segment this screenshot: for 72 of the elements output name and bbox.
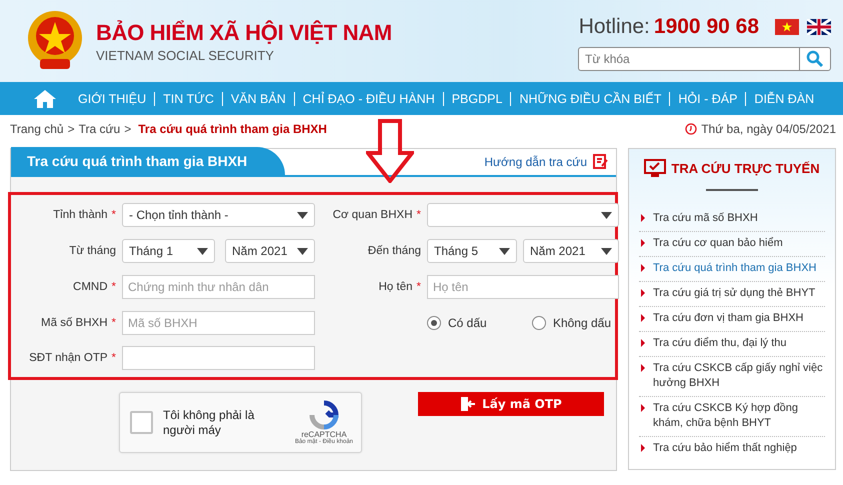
bullet-icon	[641, 364, 645, 372]
field-label: Cơ quan BHXH *	[332, 209, 421, 221]
radio-option[interactable]: Có dấu	[427, 316, 487, 330]
breadcrumb-link[interactable]: Trang chủ	[10, 122, 64, 136]
field-label: CMND *	[72, 281, 116, 293]
bullet-icon	[641, 239, 645, 247]
province-select[interactable]: - Chọn tỉnh thành -	[122, 203, 315, 227]
sidebar-link[interactable]: Tra cứu cơ quan bảo hiểm	[639, 232, 825, 257]
site-title: BẢO HIỂM XÃ HỘI VIỆT NAM	[96, 20, 393, 46]
caret-icon	[601, 248, 612, 254]
field-label: SĐT nhận OTP *	[28, 352, 116, 364]
breadcrumb-separator: >	[68, 122, 75, 136]
clock-icon	[685, 123, 698, 135]
help-link[interactable]: Hướng dẫn tra cứu	[484, 154, 608, 169]
sidebar-link[interactable]: Tra cứu mã số BHXH	[639, 207, 825, 232]
sidebar-link[interactable]: Tra cứu bảo hiểm thất nghiệp	[639, 437, 825, 461]
door-icon	[460, 396, 476, 412]
year-select[interactable]: Năm 2021	[523, 239, 619, 263]
caret-icon	[297, 212, 308, 218]
sidebar-link[interactable]: Tra cứu đơn vị tham gia BHXH	[639, 307, 825, 332]
captcha-brand: reCAPTCHA	[301, 430, 347, 439]
down-arrow-icon	[366, 119, 414, 183]
name-input[interactable]: Họ tên	[427, 275, 619, 299]
field-label: Từ tháng	[68, 245, 116, 257]
id-card-input[interactable]: Chứng minh thư nhân dân	[122, 275, 315, 299]
recaptcha-icon	[308, 400, 339, 430]
sidebar-link[interactable]: Tra cứu quá trình tham gia BHXH	[639, 257, 825, 282]
field-label: Mã số BHXH *	[40, 317, 116, 329]
field-label: Tỉnh thành *	[52, 209, 116, 221]
otp-button[interactable]: Lấy mã OTP	[418, 392, 604, 416]
bullet-icon	[641, 314, 645, 322]
sidebar-link[interactable]: Tra cứu điểm thu, đại lý thu	[639, 332, 825, 357]
captcha-checkbox[interactable]	[130, 411, 153, 434]
month-select[interactable]: Tháng 1	[122, 239, 215, 263]
sidebar-title: TRA CỨU TRỰC TUYẾN	[671, 161, 820, 176]
year-select[interactable]: Năm 2021	[225, 239, 315, 263]
caret-icon	[601, 212, 612, 218]
site-subtitle: VIETNAM SOCIAL SECURITY	[96, 48, 275, 62]
bullet-icon	[641, 404, 645, 412]
bullet-icon	[641, 339, 645, 347]
sidebar-link[interactable]: Tra cứu giá trị sử dụng thẻ BHYT	[639, 282, 825, 307]
search-field[interactable]: Từ khóa	[578, 47, 799, 71]
date-text: Thứ ba, ngày 04/05/2021	[701, 122, 836, 136]
bullet-icon	[641, 289, 645, 297]
insurance-number-input[interactable]: Mã số BHXH	[122, 311, 315, 335]
breadcrumb-current: Tra cứu quá trình tham gia BHXH	[138, 122, 327, 136]
bullet-icon	[641, 444, 645, 452]
bullet-icon	[641, 214, 645, 222]
bullet-icon	[641, 264, 645, 272]
radio-option[interactable]: Không dấu	[532, 316, 611, 330]
panel-title: Tra cứu quá trình tham gia BHXH	[11, 147, 286, 175]
search-button[interactable]	[799, 47, 831, 71]
breadcrumb-link[interactable]: Tra cứu	[78, 122, 120, 136]
caret-icon	[499, 248, 510, 254]
office-select[interactable]	[427, 203, 619, 227]
breadcrumb-separator: >	[124, 122, 132, 136]
home-icon[interactable]	[34, 90, 56, 108]
month-select[interactable]: Tháng 5	[427, 239, 517, 263]
flag-icon[interactable]	[807, 19, 831, 35]
field-label: Họ tên *	[378, 281, 421, 293]
edit-icon	[593, 154, 608, 169]
sidebar-link[interactable]: Tra cứu CSKCB Ký hợp đồng khám, chữa bệnh BHYT	[639, 397, 825, 437]
field-label: Đến tháng	[366, 245, 421, 257]
monitor-icon	[644, 159, 666, 178]
sidebar-link[interactable]: Tra cứu CSKCB cấp giấy nghỉ việc hưởng BHXH	[639, 357, 825, 397]
captcha-label: Tôi không phải là người máy	[163, 408, 256, 438]
search-icon	[806, 50, 824, 68]
phone-input[interactable]	[122, 346, 315, 370]
caret-icon	[197, 248, 208, 254]
hotline-label: Hotline:	[578, 15, 650, 39]
hotline-number: 1900 90 68	[654, 15, 759, 39]
caret-icon	[297, 248, 308, 254]
